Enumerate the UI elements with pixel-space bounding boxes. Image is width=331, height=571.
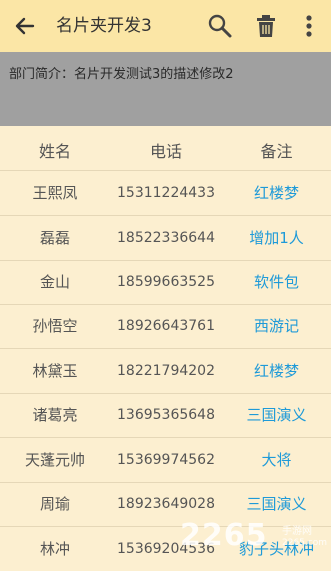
watermark-url: 2265.com xyxy=(282,538,327,548)
row-note: 增加1人 xyxy=(249,229,304,247)
row-phone: 13695365648 xyxy=(117,407,215,423)
search-icon[interactable] xyxy=(207,13,233,39)
row-name: 诸葛亮 xyxy=(32,406,78,424)
row-note: 软件包 xyxy=(253,273,299,291)
watermark-brand: 2265 xyxy=(180,518,268,553)
app-bar: 名片夹开发3 xyxy=(0,0,331,52)
intro-text: 部门简介：名片开发测试3的描述修改2 xyxy=(9,67,234,82)
row-phone: 18522336644 xyxy=(117,230,215,246)
row-phone: 15369974562 xyxy=(117,452,215,468)
table-row[interactable]: 林黛玉 18221794202 红楼梦 xyxy=(0,349,331,394)
row-name: 王熙凤 xyxy=(32,184,78,202)
header-name: 姓名 xyxy=(38,142,71,161)
page-title: 名片夹开发3 xyxy=(56,16,152,36)
row-name: 周瑜 xyxy=(39,495,70,513)
row-note: 红楼梦 xyxy=(253,362,299,380)
row-note: 三国演义 xyxy=(246,406,307,424)
back-arrow-icon[interactable] xyxy=(12,13,38,39)
table-row[interactable]: 诸葛亮 13695365648 三国演义 xyxy=(0,393,331,438)
row-note: 红楼梦 xyxy=(253,184,299,202)
row-phone: 18221794202 xyxy=(117,363,215,379)
table-header: 姓名 电话 备注 xyxy=(0,126,331,171)
row-name: 林黛玉 xyxy=(32,362,78,380)
row-name: 磊磊 xyxy=(39,229,70,247)
contact-table: 姓名 电话 备注 王熙凤 15311224433 红楼梦 磊磊 18522336… xyxy=(0,126,331,566)
trash-icon[interactable] xyxy=(253,12,279,40)
table-row[interactable]: 天蓬元帅 15369974562 大将 xyxy=(0,438,331,483)
more-vertical-icon[interactable] xyxy=(296,12,322,40)
row-phone: 15311224433 xyxy=(117,185,215,201)
row-note: 大将 xyxy=(261,451,292,469)
row-name: 天蓬元帅 xyxy=(24,451,85,469)
row-phone: 18926643761 xyxy=(117,318,215,334)
row-name: 孙悟空 xyxy=(32,317,78,335)
watermark-site: 手游网 xyxy=(282,526,312,537)
row-phone: 18599663525 xyxy=(117,274,215,290)
table-row[interactable]: 金山 18599663525 软件包 xyxy=(0,260,331,305)
row-phone: 18923649028 xyxy=(117,496,215,512)
header-phone: 电话 xyxy=(149,142,182,161)
department-intro: 部门简介：名片开发测试3的描述修改2 xyxy=(0,52,331,126)
row-name: 金山 xyxy=(39,273,70,291)
table-row[interactable]: 王熙凤 15311224433 红楼梦 xyxy=(0,171,331,216)
header-note: 备注 xyxy=(260,142,293,161)
row-note: 三国演义 xyxy=(246,495,307,513)
table-row[interactable]: 磊磊 18522336644 增加1人 xyxy=(0,216,331,261)
site-watermark: 2265 手游网 2265.com xyxy=(180,518,330,562)
table-row[interactable]: 孙悟空 18926643761 西游记 xyxy=(0,304,331,349)
row-name: 林冲 xyxy=(39,540,70,558)
row-note: 西游记 xyxy=(253,317,299,335)
